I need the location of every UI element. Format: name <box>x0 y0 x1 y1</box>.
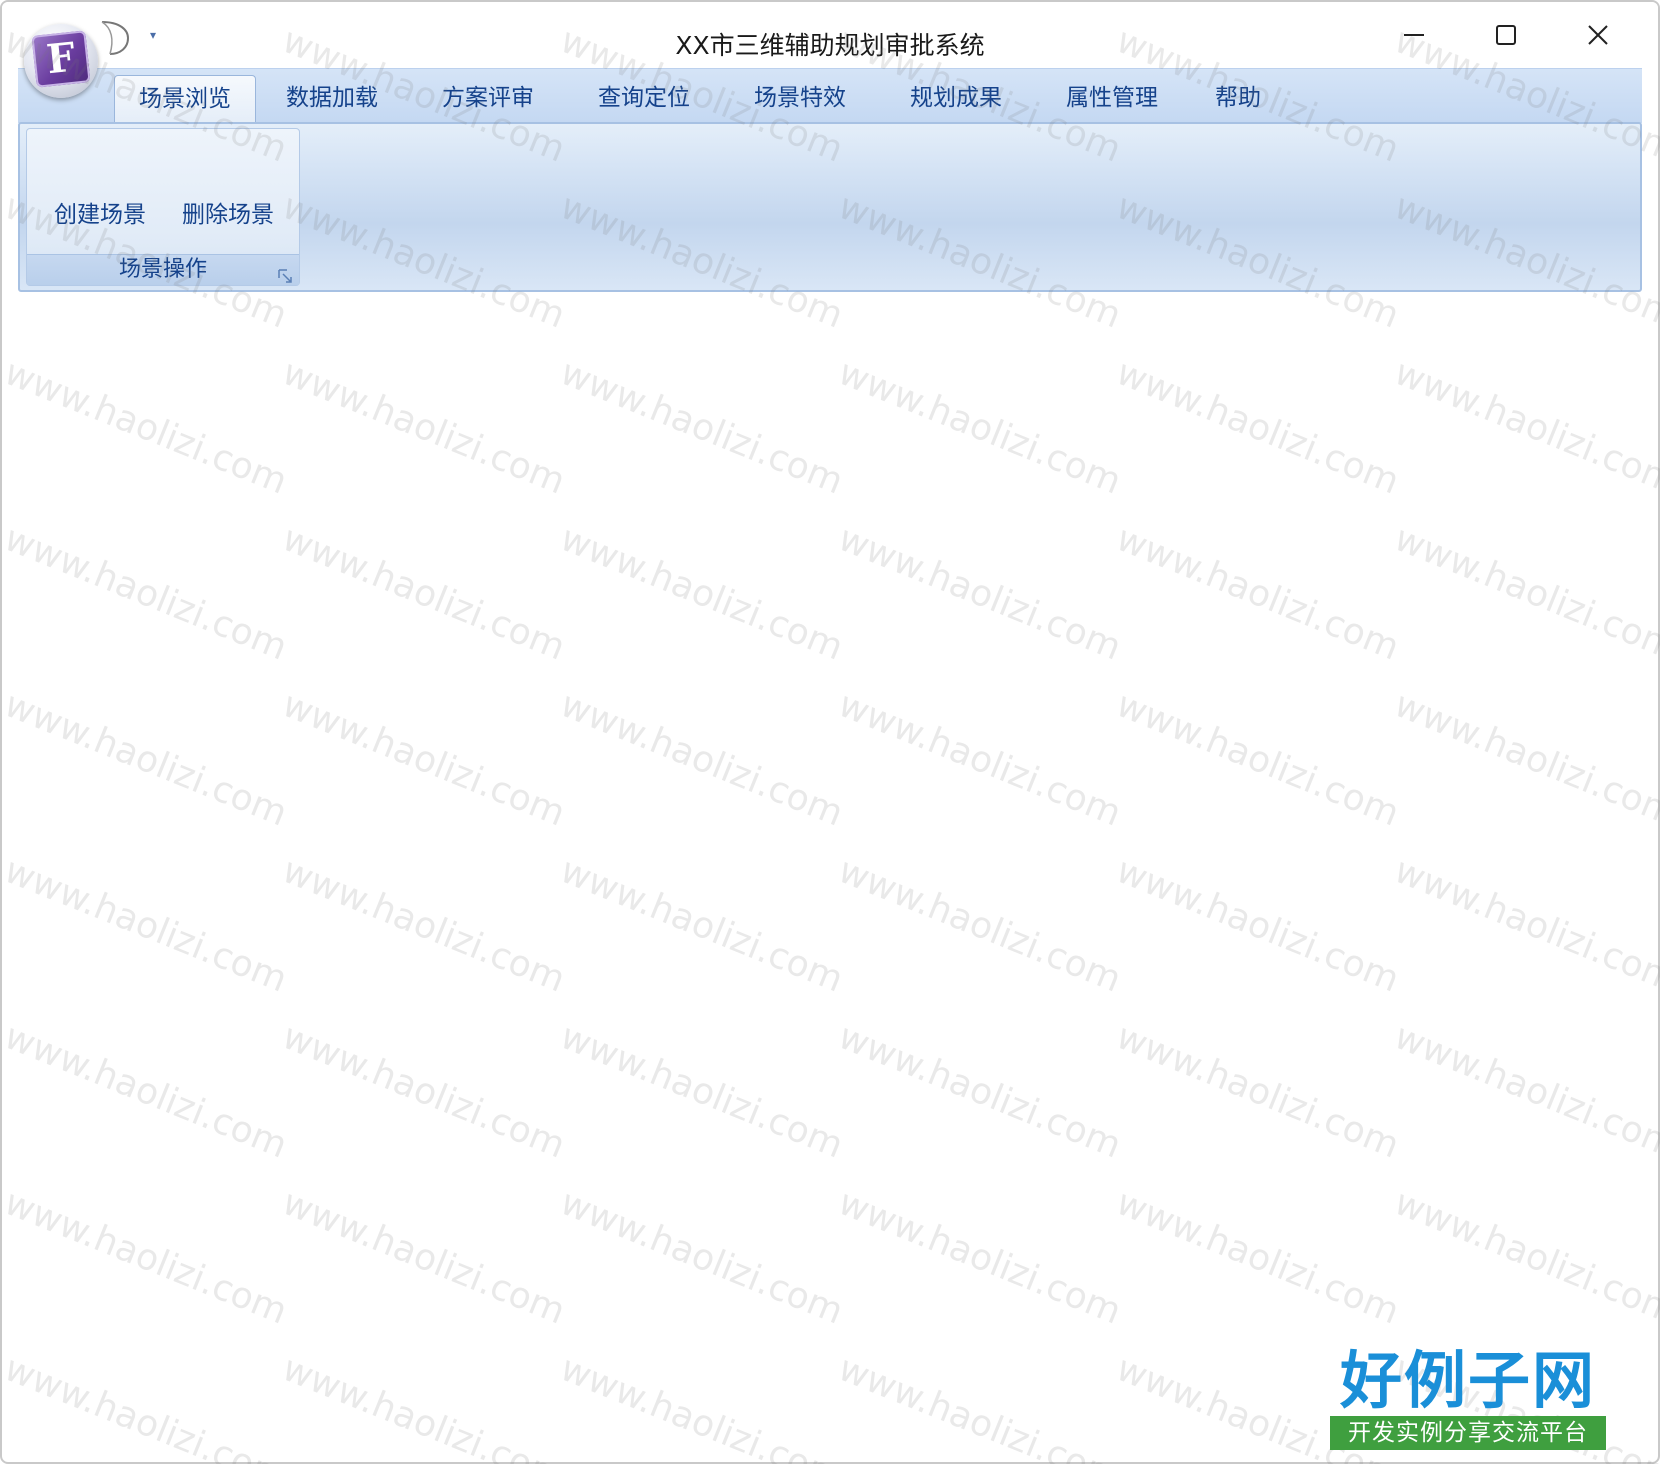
title-bar: ▾ XX市三维辅助规划审批系统 <box>2 2 1658 68</box>
ribbon-panel: 创建场景 删除场景 场景操作 <box>18 122 1642 292</box>
tab-query-locate[interactable]: 查询定位 <box>574 75 714 123</box>
application-menu-button[interactable]: F <box>24 24 98 98</box>
tab-help[interactable]: 帮助 <box>1188 75 1288 123</box>
tab-scene-browse[interactable]: 场景浏览 <box>114 75 256 124</box>
ribbon-group-label: 场景操作 <box>27 254 299 285</box>
dialog-launcher-icon[interactable] <box>277 263 293 283</box>
close-button[interactable] <box>1568 12 1628 58</box>
tab-planning-results[interactable]: 规划成果 <box>886 75 1026 123</box>
minimize-button[interactable] <box>1384 12 1444 58</box>
ribbon-tab-bar: 场景浏览 数据加载 方案评审 查询定位 场景特效 规划成果 属性管理 帮助 <box>18 68 1642 124</box>
brand-subtitle: 开发实例分享交流平台 <box>1330 1416 1606 1450</box>
maximize-button[interactable] <box>1476 12 1536 58</box>
ribbon-group-label-text: 场景操作 <box>118 257 207 282</box>
tab-scene-effects[interactable]: 场景特效 <box>730 75 870 123</box>
tab-plan-review[interactable]: 方案评审 <box>418 75 558 123</box>
app-logo-icon: F <box>31 30 91 88</box>
app-window: ▾ XX市三维辅助规划审批系统 场景浏览 数据加载 方案评审 查询定位 场景特效… <box>0 0 1660 1464</box>
create-scene-button[interactable]: 创建场景 <box>39 195 161 235</box>
tab-data-load[interactable]: 数据加载 <box>262 75 402 123</box>
tab-attribute-management[interactable]: 属性管理 <box>1042 75 1182 123</box>
delete-scene-button[interactable]: 删除场景 <box>167 195 289 235</box>
brand-title: 好例子网 <box>1339 1344 1596 1417</box>
brand-watermark: 好例子网 开发实例分享交流平台 <box>1330 1346 1606 1450</box>
ribbon-group-scene-operations: 创建场景 删除场景 场景操作 <box>26 128 300 286</box>
